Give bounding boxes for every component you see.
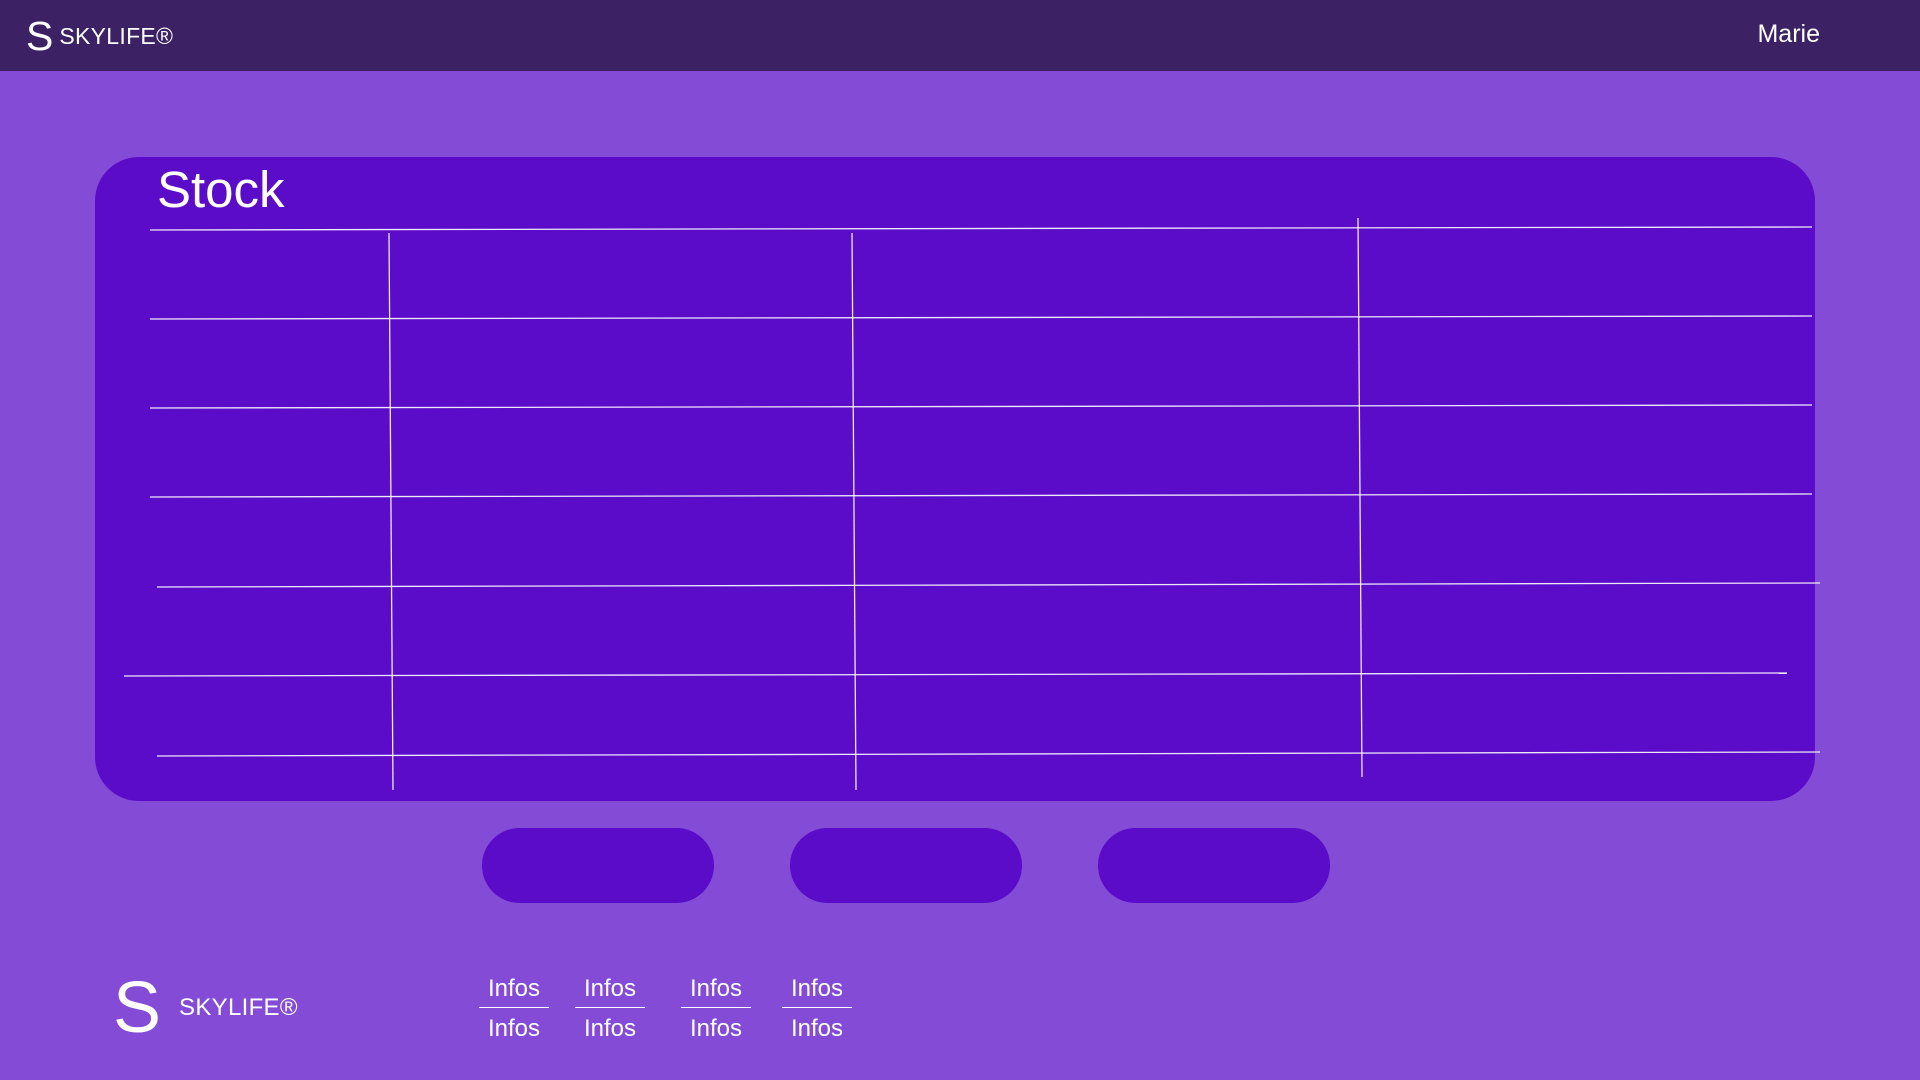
footer-link[interactable]: Infos xyxy=(575,1015,645,1043)
footer-link-group-2: Infos Infos xyxy=(575,975,645,1043)
footer-link-group-4: Infos Infos xyxy=(782,975,852,1043)
footer-link-group-3: Infos Infos xyxy=(681,975,751,1043)
skylife-logo-icon: S xyxy=(113,968,162,1048)
stock-title: Stock xyxy=(157,161,285,218)
action-button-2[interactable] xyxy=(790,828,1022,903)
footer-link[interactable]: Infos xyxy=(479,975,549,1008)
stock-panel xyxy=(95,157,1815,801)
action-button-3[interactable] xyxy=(1098,828,1330,903)
action-button-1[interactable] xyxy=(482,828,714,903)
footer-link[interactable]: Infos xyxy=(575,975,645,1008)
footer-link[interactable]: Infos xyxy=(681,975,751,1008)
footer-link[interactable]: Infos xyxy=(479,1015,549,1043)
footer-link[interactable]: Infos xyxy=(681,1015,751,1043)
user-name[interactable]: Marie xyxy=(1757,20,1820,49)
footer-link[interactable]: Infos xyxy=(782,975,852,1008)
brand-name: SKYLIFE® xyxy=(59,22,174,49)
footer-link[interactable]: Infos xyxy=(782,1015,852,1043)
header-brand[interactable]: S SKYLIFE® xyxy=(26,13,174,59)
skylife-logo-icon: S xyxy=(26,13,54,59)
top-navbar: S SKYLIFE® Marie xyxy=(0,0,1920,71)
footer-link-group-1: Infos Infos xyxy=(479,975,549,1043)
footer-brand-name: SKYLIFE® xyxy=(179,994,298,1021)
footer-brand[interactable]: S SKYLIFE® xyxy=(113,968,298,1048)
